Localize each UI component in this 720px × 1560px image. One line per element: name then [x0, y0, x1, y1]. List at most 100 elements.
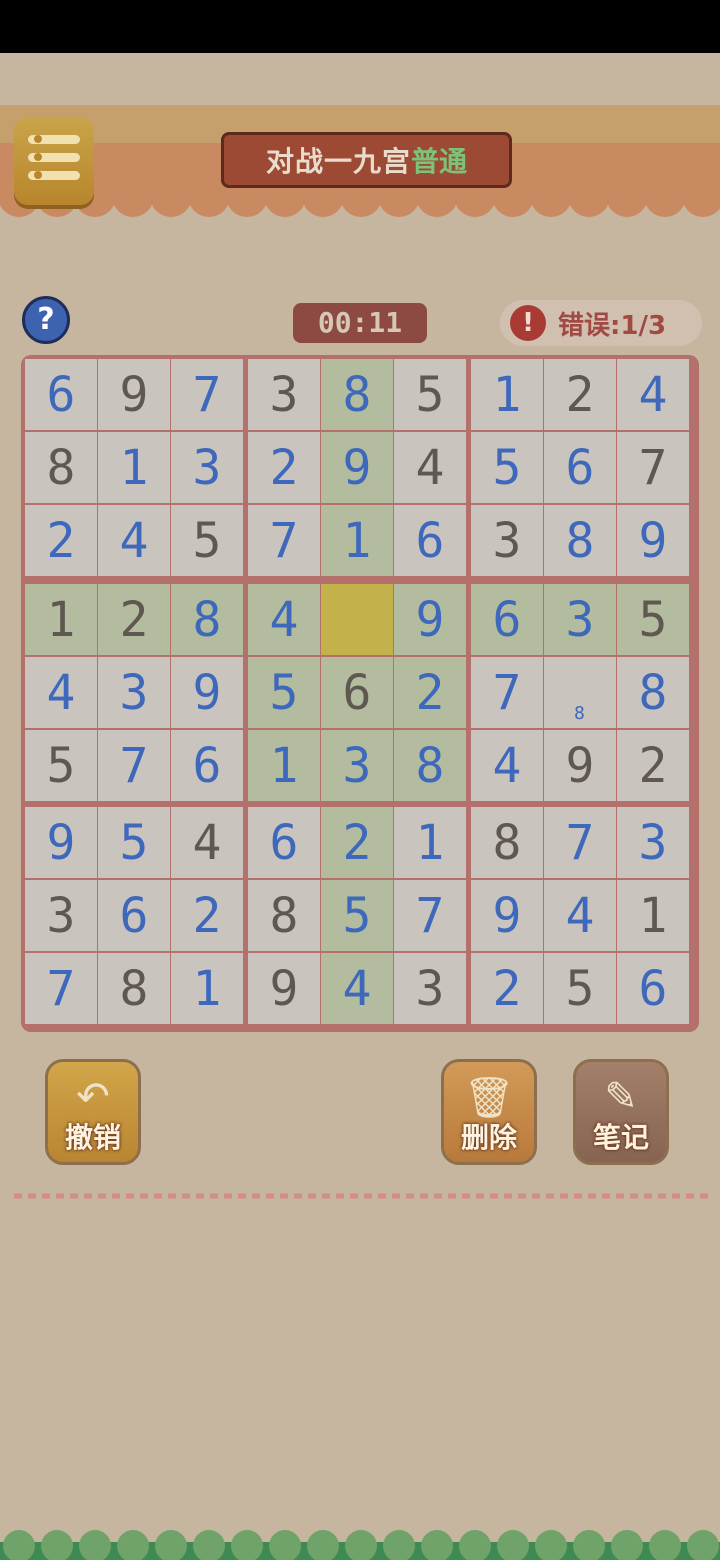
board-cell[interactable]: 8 — [25, 432, 97, 503]
board-cell[interactable]: 6 — [25, 359, 97, 430]
board-cell[interactable]: 6 — [321, 657, 393, 728]
board-cell[interactable]: 9 — [544, 730, 616, 801]
board-cell[interactable]: 1 — [394, 807, 466, 878]
board-cell[interactable]: 4 — [394, 432, 466, 503]
board-cell[interactable]: 6 — [171, 730, 243, 801]
board-cell[interactable]: 5 — [544, 953, 616, 1024]
board-cell[interactable]: 8 — [98, 953, 170, 1024]
board-cell[interactable]: 3 — [394, 953, 466, 1024]
board-cell[interactable]: 6 — [471, 584, 543, 655]
board-cell[interactable]: 8 — [321, 359, 393, 430]
board-cell[interactable]: 3 — [248, 359, 320, 430]
delete-button[interactable]: 🗑 删除 — [441, 1059, 537, 1165]
question-mark-icon: ? — [37, 302, 55, 337]
board-cell[interactable]: 5 — [248, 657, 320, 728]
bottom-wave-decoration — [0, 1530, 720, 1560]
board-cell[interactable]: 7 — [394, 880, 466, 951]
sudoku-board: 6973851248132945672457163891284963543956… — [21, 355, 699, 1032]
notes-label: 笔记 — [592, 1121, 649, 1154]
board-cell[interactable]: 5 — [394, 359, 466, 430]
board-cell[interactable]: 4 — [248, 584, 320, 655]
undo-button[interactable]: ↶ 撤销 — [45, 1059, 141, 1165]
board-cell[interactable] — [321, 584, 393, 655]
board-cell[interactable]: 9 — [171, 657, 243, 728]
board-cell[interactable]: 5 — [25, 730, 97, 801]
board-cell[interactable]: 3 — [321, 730, 393, 801]
board-cell[interactable]: 4 — [98, 505, 170, 576]
board-cell[interactable]: 9 — [321, 432, 393, 503]
board-cell[interactable]: 2 — [171, 880, 243, 951]
board-cell[interactable]: 1 — [248, 730, 320, 801]
board-cell[interactable]: 2 — [617, 730, 689, 801]
game-mode: 普通 — [411, 145, 468, 178]
board-cell[interactable]: 7 — [544, 807, 616, 878]
board-cell[interactable]: 9 — [471, 880, 543, 951]
board-cell[interactable]: 1 — [471, 359, 543, 430]
pencil-notebook-icon: ✎ — [604, 1074, 638, 1120]
board-cell[interactable]: 4 — [25, 657, 97, 728]
board-cell[interactable]: 7 — [471, 657, 543, 728]
board-cell[interactable]: 7 — [25, 953, 97, 1024]
board-cell[interactable]: 6 — [617, 953, 689, 1024]
board-cell[interactable]: 9 — [248, 953, 320, 1024]
board-cell[interactable]: 9 — [25, 807, 97, 878]
trash-icon: 🗑 — [463, 1075, 515, 1121]
board-cell[interactable]: 7 — [98, 730, 170, 801]
board-cell[interactable]: 2 — [471, 953, 543, 1024]
undo-label: 撤销 — [64, 1121, 121, 1154]
board-cell[interactable]: 5 — [471, 432, 543, 503]
board-cell[interactable]: 2 — [98, 584, 170, 655]
warning-icon: ! — [510, 305, 546, 341]
error-count-label: 错误:1/3 — [558, 310, 667, 341]
board-cell[interactable]: 8 — [171, 584, 243, 655]
cell-note: 8 — [574, 703, 585, 724]
board-cell[interactable]: 3 — [171, 432, 243, 503]
board-cell[interactable]: 1 — [171, 953, 243, 1024]
board-cell[interactable]: 1 — [98, 432, 170, 503]
board-cell[interactable]: 8 — [544, 505, 616, 576]
help-button[interactable]: ? — [22, 296, 70, 344]
board-cell[interactable]: 3 — [25, 880, 97, 951]
board-cell[interactable]: 6 — [98, 880, 170, 951]
board-cell[interactable]: 9 — [617, 505, 689, 576]
board-cell[interactable]: 4 — [171, 807, 243, 878]
board-cell[interactable]: 6 — [544, 432, 616, 503]
board-cell[interactable]: 8 — [471, 807, 543, 878]
menu-button[interactable] — [14, 117, 94, 205]
board-cell[interactable]: 3 — [98, 657, 170, 728]
board-cell[interactable]: 1 — [321, 505, 393, 576]
board-cell[interactable]: 7 — [248, 505, 320, 576]
board-cell[interactable]: 2 — [321, 807, 393, 878]
board-cell[interactable]: 5 — [171, 505, 243, 576]
delete-label: 删除 — [460, 1121, 517, 1154]
board-cell[interactable]: 6 — [394, 505, 466, 576]
board-cell[interactable]: 1 — [617, 880, 689, 951]
board-cell[interactable]: 4 — [471, 730, 543, 801]
undo-arrow-icon: ↶ — [76, 1074, 110, 1120]
board-cell[interactable]: 9 — [394, 584, 466, 655]
board-cell[interactable]: 1 — [25, 584, 97, 655]
dashed-divider — [14, 1193, 708, 1199]
board-cell[interactable]: 5 — [98, 807, 170, 878]
board-cell[interactable]: 9 — [98, 359, 170, 430]
board-cell[interactable]: 3 — [471, 505, 543, 576]
board-cell[interactable]: 5 — [321, 880, 393, 951]
board-cell[interactable]: 4 — [617, 359, 689, 430]
board-cell[interactable]: 2 — [394, 657, 466, 728]
board-cell[interactable]: 2 — [544, 359, 616, 430]
game-timer: 00:11 — [293, 303, 427, 343]
board-cell[interactable]: 6 — [248, 807, 320, 878]
board-cell[interactable]: 7 — [171, 359, 243, 430]
board-cell[interactable]: 2 — [248, 432, 320, 503]
board-cell[interactable]: 5 — [617, 584, 689, 655]
board-cell[interactable]: 3 — [617, 807, 689, 878]
board-cell[interactable]: 8 — [394, 730, 466, 801]
board-cell[interactable]: 2 — [25, 505, 97, 576]
board-cell[interactable]: 4 — [544, 880, 616, 951]
notes-button[interactable]: ✎ 笔记 — [573, 1059, 669, 1165]
board-cell[interactable]: 7 — [617, 432, 689, 503]
board-cell[interactable]: 3 — [544, 584, 616, 655]
board-cell[interactable]: 8 — [617, 657, 689, 728]
board-cell[interactable]: 8 — [248, 880, 320, 951]
board-cell[interactable]: 4 — [321, 953, 393, 1024]
